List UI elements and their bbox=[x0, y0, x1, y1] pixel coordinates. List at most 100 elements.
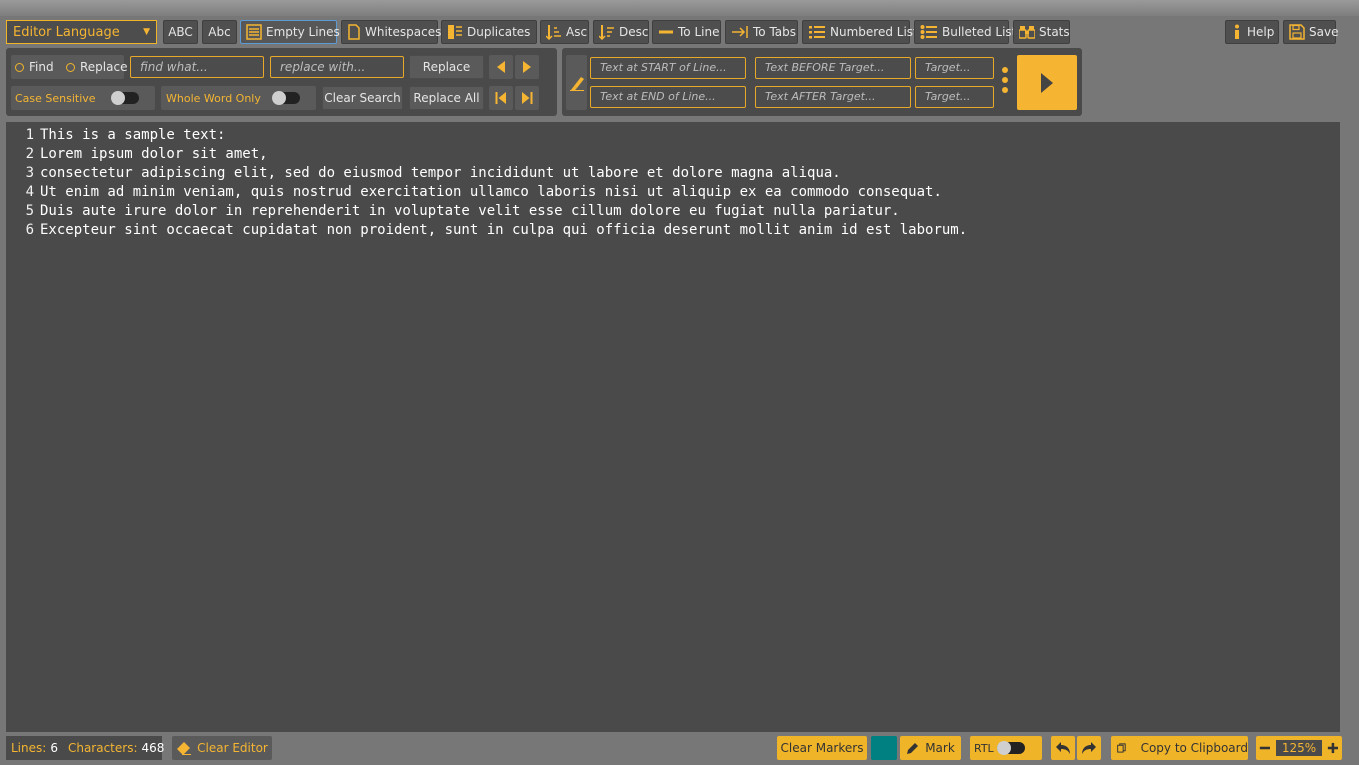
find-input[interactable]: find what... bbox=[130, 56, 264, 78]
vertical-dots-icon bbox=[1002, 67, 1008, 93]
uppercase-button[interactable]: ABC bbox=[163, 20, 198, 44]
find-last-button[interactable] bbox=[515, 86, 539, 110]
numbered-list-label: Numbered List bbox=[830, 25, 918, 39]
editor-line: 5 Duis aute irure dolor in reprehenderit … bbox=[6, 203, 900, 222]
editor-line: 2 Lorem ipsum dolor sit amet, bbox=[6, 146, 268, 165]
editor-line: 6 Excepteur sint occaecat cupidatat non p… bbox=[6, 222, 968, 241]
find-next-button[interactable] bbox=[515, 55, 539, 79]
duplicates-label: Duplicates bbox=[467, 25, 531, 39]
line-icon bbox=[659, 30, 673, 34]
text-before-input[interactable]: Text BEFORE Target... bbox=[755, 57, 911, 79]
lines-count: 6 bbox=[50, 741, 58, 755]
sort-desc-button[interactable]: Desc bbox=[593, 20, 649, 44]
editor-line: 1 This is a sample text: bbox=[6, 127, 226, 146]
line-text: consectetur adipiscing elit, sed do eius… bbox=[40, 165, 841, 181]
stats-label: Stats bbox=[1039, 25, 1070, 39]
replace-radio-label: Replace bbox=[80, 60, 128, 74]
line-text: Ut enim ad minim veniam, quis nostrud ex… bbox=[40, 184, 942, 200]
empty-lines-button[interactable]: Empty Lines bbox=[240, 20, 340, 44]
find-prev-button[interactable] bbox=[489, 55, 513, 79]
numbered-list-button[interactable]: Numbered List bbox=[802, 20, 918, 44]
mark-label: Mark bbox=[925, 741, 955, 755]
save-label: Save bbox=[1309, 25, 1339, 39]
line-start-input[interactable]: Text at START of Line... bbox=[590, 57, 746, 79]
binoculars-icon bbox=[1019, 26, 1035, 39]
line-text: Excepteur sint occaecat cupidatat non pr… bbox=[40, 222, 968, 238]
bulleted-list-button[interactable]: Bulleted List bbox=[914, 20, 1016, 44]
text-editor[interactable]: 1 This is a sample text: 2 Lorem ipsum dol… bbox=[6, 122, 1340, 732]
editor-line: 4 Ut enim ad minim veniam, quis nostrud e… bbox=[6, 184, 942, 203]
redo-button[interactable] bbox=[1077, 736, 1101, 760]
find-first-button[interactable] bbox=[489, 86, 513, 110]
replace-radio[interactable]: Replace bbox=[66, 60, 127, 74]
line-number: 4 bbox=[25, 184, 34, 200]
to-tabs-button[interactable]: To Tabs bbox=[725, 20, 798, 44]
whole-word-label: Whole Word Only bbox=[166, 92, 261, 105]
line-end-input[interactable]: Text at END of Line... bbox=[590, 86, 746, 108]
document-icon bbox=[348, 24, 360, 40]
find-radio[interactable]: Find bbox=[15, 60, 54, 74]
copy-to-clipboard-button[interactable]: Copy to Clipboard bbox=[1111, 736, 1248, 760]
titlecase-button[interactable]: Abc bbox=[202, 20, 237, 44]
zoom-in-icon[interactable] bbox=[1327, 741, 1339, 755]
undo-icon bbox=[1056, 742, 1070, 754]
sort-desc-label: Desc bbox=[619, 25, 649, 39]
triangle-right-icon bbox=[523, 61, 531, 73]
replace-radio-circle bbox=[66, 62, 75, 72]
clear-editor-label: Clear Editor bbox=[197, 741, 268, 755]
stats-button[interactable]: Stats bbox=[1013, 20, 1070, 44]
duplicates-button[interactable]: Duplicates bbox=[441, 20, 537, 44]
target-input-2[interactable]: Target... bbox=[915, 86, 994, 108]
zoom-out-icon[interactable] bbox=[1259, 741, 1271, 755]
copy-icon bbox=[1117, 743, 1126, 753]
duplicates-icon bbox=[448, 25, 462, 39]
zoom-control: 125% bbox=[1256, 736, 1342, 760]
find-radio-label: Find bbox=[29, 60, 54, 74]
clear-markers-button[interactable]: Clear Markers bbox=[777, 736, 867, 760]
clear-editor-button[interactable]: Clear Editor bbox=[172, 736, 272, 760]
clear-markers-label: Clear Markers bbox=[780, 741, 864, 755]
whitespaces-label: Whitespaces bbox=[365, 25, 442, 39]
highlighter-icon bbox=[569, 76, 584, 91]
case-sensitive-toggle[interactable] bbox=[111, 91, 139, 105]
replace-input[interactable]: replace with... bbox=[270, 56, 404, 78]
skip-start-icon bbox=[495, 92, 506, 104]
text-after-input[interactable]: Text AFTER Target... bbox=[755, 86, 911, 108]
editor-language-select[interactable]: Editor Language ▼ bbox=[6, 20, 157, 44]
mark-button[interactable]: Mark bbox=[900, 736, 961, 760]
redo-icon bbox=[1082, 742, 1096, 754]
zoom-level: 125% bbox=[1275, 740, 1323, 756]
rtl-label: RTL bbox=[974, 741, 994, 755]
save-button[interactable]: Save bbox=[1283, 20, 1339, 44]
replace-all-button[interactable]: Replace All bbox=[409, 86, 484, 110]
eraser-icon bbox=[177, 742, 192, 755]
rtl-toggle[interactable] bbox=[997, 741, 1025, 755]
line-number: 6 bbox=[25, 222, 34, 238]
sort-asc-button[interactable]: Asc bbox=[540, 20, 589, 44]
toggle-knob bbox=[111, 91, 125, 105]
run-button[interactable] bbox=[1017, 55, 1077, 110]
whitespaces-button[interactable]: Whitespaces bbox=[341, 20, 442, 44]
window-top-strip bbox=[0, 0, 1359, 16]
titlecase-label: Abc bbox=[208, 25, 231, 39]
target-input-1[interactable]: Target... bbox=[915, 57, 994, 79]
more-options-button[interactable] bbox=[999, 66, 1011, 94]
stats-readout: Lines: 6 Characters: 468 bbox=[6, 736, 164, 760]
toggle-knob bbox=[997, 741, 1011, 755]
editor-line: 3 consectetur adipiscing elit, sed do eiu… bbox=[6, 165, 841, 184]
undo-button[interactable] bbox=[1051, 736, 1075, 760]
highlight-lines-button[interactable] bbox=[566, 55, 587, 110]
whole-word-toggle[interactable] bbox=[272, 91, 300, 105]
empty-lines-icon bbox=[246, 24, 262, 40]
line-number: 1 bbox=[25, 127, 34, 143]
replace-button[interactable]: Replace bbox=[409, 55, 484, 79]
toggle-knob bbox=[272, 91, 286, 105]
bulleted-list-icon bbox=[920, 25, 937, 39]
play-icon bbox=[1041, 72, 1053, 93]
clear-search-button[interactable]: Clear Search bbox=[322, 86, 403, 110]
help-button[interactable]: Help bbox=[1225, 20, 1279, 44]
empty-lines-label: Empty Lines bbox=[266, 25, 340, 39]
marker-color-swatch[interactable] bbox=[871, 736, 897, 760]
bulleted-list-label: Bulleted List bbox=[942, 25, 1017, 39]
to-line-button[interactable]: To Line bbox=[652, 20, 721, 44]
